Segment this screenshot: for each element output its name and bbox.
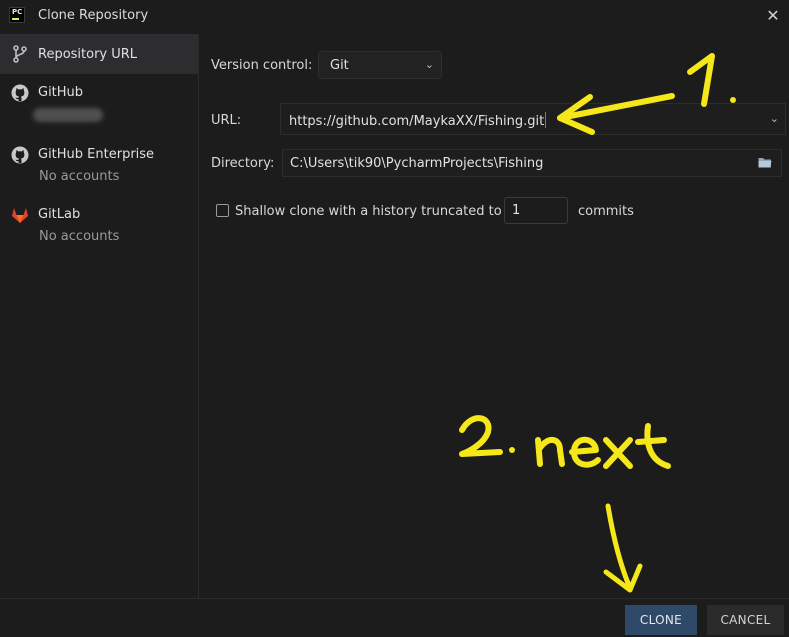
annotation-step2-dot <box>509 447 515 453</box>
clone-button[interactable]: CLONE <box>625 605 697 635</box>
sidebar: Repository URL GitHub GitHub Enterprise … <box>0 34 199 598</box>
shallow-clone-label: Shallow clone with a history truncated t… <box>235 204 502 219</box>
sidebar-item-github[interactable]: GitHub <box>0 78 198 130</box>
chevron-down-icon[interactable]: ⌄ <box>770 112 779 125</box>
annotation-next-t <box>635 423 671 469</box>
commits-label: commits <box>578 204 634 219</box>
url-value: https://github.com/MaykaXX/Fishing.git <box>289 114 545 129</box>
sidebar-item-label: Repository URL <box>38 47 138 62</box>
version-control-label: Version control: <box>211 58 313 73</box>
gitlab-icon <box>12 208 28 223</box>
close-icon[interactable]: ✕ <box>763 6 783 26</box>
sidebar-item-label: GitLab <box>38 207 81 222</box>
version-control-select[interactable]: Git ⌄ <box>318 51 442 79</box>
sidebar-item-sub: No accounts <box>39 229 120 244</box>
pycharm-logo-icon: PC <box>9 7 25 23</box>
directory-label: Directory: <box>211 156 275 171</box>
annotation-next-e <box>569 436 601 468</box>
chevron-down-icon: ⌄ <box>424 58 434 71</box>
sidebar-item-repository-url[interactable]: Repository URL <box>0 34 198 74</box>
annotation-step2-glyph <box>459 415 503 457</box>
directory-input[interactable]: C:\Users\tik90\PycharmProjects\Fishing <box>282 149 782 177</box>
redacted-account <box>33 108 103 122</box>
title-bar: PC Clone Repository ✕ <box>0 0 789 34</box>
annotation-next-x <box>603 437 633 469</box>
github-icon <box>11 84 29 102</box>
annotation-arrowhead-2 <box>603 563 643 593</box>
sidebar-item-github-enterprise[interactable]: GitHub Enterprise No accounts <box>0 142 198 190</box>
cancel-button[interactable]: CANCEL <box>707 605 784 635</box>
annotation-step1-glyph <box>687 53 715 107</box>
directory-value: C:\Users\tik90\PycharmProjects\Fishing <box>290 156 544 171</box>
annotation-arrow-2 <box>605 503 633 591</box>
annotation-next-n <box>535 437 565 467</box>
folder-icon[interactable] <box>758 157 772 168</box>
window-title: Clone Repository <box>38 8 149 23</box>
shallow-clone-checkbox[interactable] <box>216 204 229 217</box>
sidebar-item-label: GitHub <box>38 85 84 100</box>
github-icon <box>11 146 29 164</box>
git-branch-icon <box>13 45 27 63</box>
sidebar-item-label: GitHub Enterprise <box>38 147 155 162</box>
version-control-value: Git <box>330 58 349 73</box>
text-caret <box>545 112 547 128</box>
sidebar-item-gitlab[interactable]: GitLab No accounts <box>0 202 198 250</box>
sidebar-item-sub: No accounts <box>39 169 120 184</box>
history-depth-value: 1 <box>512 203 521 218</box>
url-label: URL: <box>211 113 242 128</box>
history-depth-input[interactable]: 1 <box>504 197 568 224</box>
url-input[interactable]: https://github.com/MaykaXX/Fishing.git ⌄ <box>280 103 786 135</box>
